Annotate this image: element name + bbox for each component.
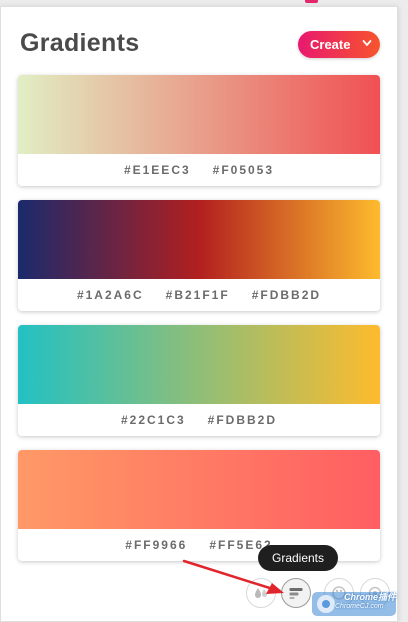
watermark-subtext: ChromeCJ.com [335, 603, 384, 610]
drops-icon [255, 588, 267, 598]
create-button-label: Create [310, 37, 351, 52]
gradients-icon [289, 588, 303, 599]
extension-indicator [305, 0, 318, 3]
color-code[interactable]: #FDBB2D [208, 413, 277, 427]
color-code[interactable]: #E1EEC3 [124, 163, 191, 177]
gradient-card[interactable]: #1A2A6C #B21F1F #FDBB2D [18, 200, 380, 311]
gradient-codes: #E1EEC3 #F05053 [18, 154, 380, 186]
gradients-button[interactable] [281, 578, 311, 608]
color-code[interactable]: #22C1C3 [121, 413, 186, 427]
gradient-card[interactable]: #22C1C3 #FDBB2D [18, 325, 380, 436]
gradient-swatch[interactable] [18, 200, 380, 279]
color-code[interactable]: #B21F1F [166, 288, 230, 302]
gradients-tooltip: Gradients [258, 545, 338, 571]
gradient-swatch[interactable] [18, 75, 380, 154]
gradient-swatch[interactable] [18, 450, 380, 529]
color-code[interactable]: #F05053 [213, 163, 274, 177]
create-button[interactable]: Create [298, 31, 380, 58]
gradient-card[interactable]: #E1EEC3 #F05053 [18, 75, 380, 186]
color-code[interactable]: #1A2A6C [77, 288, 144, 302]
color-code[interactable]: #FF9966 [125, 538, 187, 552]
chevron-down-icon [362, 40, 372, 46]
gradient-swatch[interactable] [18, 325, 380, 404]
drops-button[interactable] [246, 578, 276, 608]
page-title: Gradients [20, 29, 140, 57]
gradient-codes: #1A2A6C #B21F1F #FDBB2D [18, 279, 380, 311]
page: Gradients Create #E1EEC3 #F05053 #1A2A6C #… [0, 0, 408, 622]
watermark-text: Chrome插件 [344, 592, 397, 602]
color-code[interactable]: #FDBB2D [252, 288, 321, 302]
gradient-codes: #22C1C3 #FDBB2D [18, 404, 380, 436]
